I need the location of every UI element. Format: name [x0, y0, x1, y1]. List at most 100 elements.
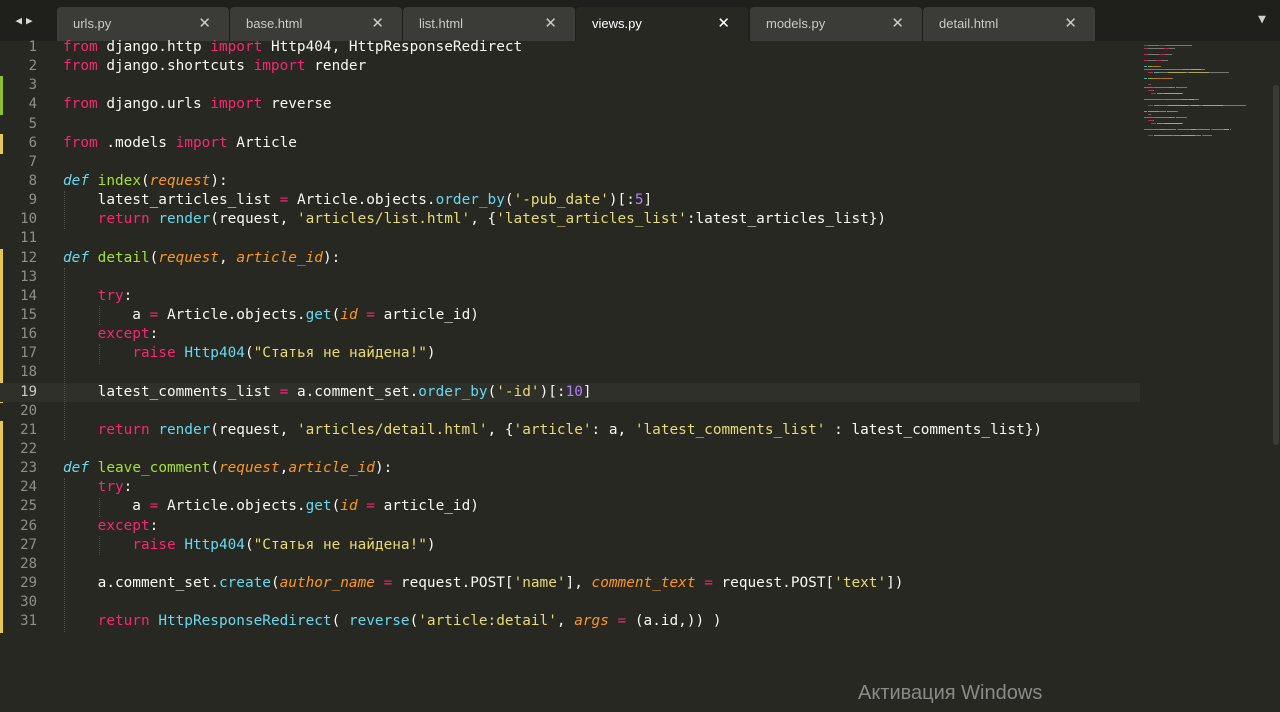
minimap-stroke — [1150, 114, 1152, 115]
minimap-stroke — [1181, 93, 1183, 94]
code-line[interactable]: 17 raise Http404("Статья не найдена!") — [0, 344, 1140, 363]
minimap[interactable] — [1140, 41, 1270, 141]
code-token: import — [175, 134, 228, 151]
close-icon[interactable]: ✕ — [198, 14, 211, 32]
tab-views-py[interactable]: views.py ✕ — [576, 7, 748, 41]
tab-detail-html[interactable]: detail.html ✕ — [923, 7, 1095, 41]
code-line[interactable]: 8 def index(request): — [0, 172, 1140, 191]
minimap-stroke — [1153, 117, 1170, 118]
code-line[interactable]: 3 — [0, 76, 1140, 95]
code-token: index — [97, 172, 141, 189]
code-line[interactable]: 20 — [0, 402, 1140, 421]
code-line[interactable]: 25 a = Article.objects.get(id = article_… — [0, 497, 1140, 516]
code-line[interactable]: 31 return HttpResponseRedirect( reverse(… — [0, 612, 1140, 631]
close-icon[interactable]: ✕ — [544, 14, 557, 32]
code-token: HttpResponseRedirect — [158, 613, 332, 630]
line-number: 30 — [20, 594, 37, 611]
minimap-stroke — [1147, 105, 1153, 106]
close-icon[interactable]: ✕ — [371, 14, 384, 32]
code-token: import — [253, 58, 306, 75]
code-token: create — [218, 574, 271, 591]
code-line[interactable]: 9 latest_articles_list = Article.objects… — [0, 191, 1140, 210]
code-line[interactable]: 7 — [0, 153, 1140, 172]
code-token: : — [123, 287, 133, 304]
line-number: 19 — [20, 383, 37, 400]
tab-models-py[interactable]: models.py ✕ — [750, 7, 922, 41]
code-token: )[: — [539, 383, 566, 400]
minimap-stroke — [1144, 66, 1147, 67]
code-line[interactable]: 27 raise Http404("Статья не найдена!") — [0, 536, 1140, 555]
close-icon[interactable]: ✕ — [891, 14, 904, 32]
code-token: article_id — [288, 460, 375, 477]
code-token: ): — [210, 172, 228, 189]
code-line[interactable]: 14 try: — [0, 287, 1140, 306]
line-number: 1 — [28, 39, 37, 55]
code-line[interactable]: 4 from django.urls import reverse — [0, 95, 1140, 114]
code-line[interactable]: 22 — [0, 440, 1140, 459]
code-token: = — [366, 498, 375, 515]
line-code: return render(request, 'articles/list.ht… — [63, 210, 886, 229]
minimap-stroke — [1147, 45, 1160, 46]
code-line[interactable]: 29 a.comment_set.create(author_name = re… — [0, 574, 1140, 593]
minimap-stroke — [1167, 111, 1177, 112]
vertical-scrollbar[interactable] — [1272, 41, 1280, 712]
code-line[interactable]: 16 except: — [0, 325, 1140, 344]
code-line[interactable]: 13 — [0, 268, 1140, 287]
tab-base-html[interactable]: base.html ✕ — [230, 7, 402, 41]
code-line[interactable]: 28 — [0, 555, 1140, 574]
tab-nav-arrows[interactable]: ◀ ▶ — [4, 0, 44, 41]
code-line[interactable]: 11 — [0, 229, 1140, 248]
code-line[interactable]: 6 from .models import Article — [0, 134, 1140, 153]
tab-urls-py[interactable]: urls.py ✕ — [57, 7, 229, 41]
code-token: args — [574, 613, 609, 630]
close-icon[interactable]: ✕ — [717, 14, 730, 32]
arrow-right-icon[interactable]: ▶ — [26, 14, 33, 27]
scrollbar-thumb[interactable] — [1273, 85, 1279, 445]
code-line[interactable]: 1 from django.http import Http404, HttpRe… — [0, 38, 1140, 57]
code-token: raise — [132, 345, 176, 362]
code-line[interactable]: 12 def detail(request, article_id): — [0, 249, 1140, 268]
chevron-down-icon[interactable]: ▼ — [1258, 12, 1266, 27]
code-token: , — [556, 613, 575, 630]
minimap-stroke — [1190, 69, 1201, 70]
code-token: 'name' — [513, 574, 566, 591]
minimap-stroke — [1180, 99, 1189, 100]
code-line[interactable]: 15 a = Article.objects.get(id = article_… — [0, 306, 1140, 325]
code-token: 'latest_comments_list' — [634, 421, 826, 438]
code-line[interactable]: 30 — [0, 593, 1140, 612]
code-editor[interactable]: 1 from django.http import Http404, HttpRe… — [0, 38, 1140, 632]
arrow-left-icon[interactable]: ◀ — [15, 14, 22, 27]
code-line[interactable]: 24 try: — [0, 478, 1140, 497]
code-line[interactable]: 19 latest_comments_list = a.comment_set.… — [0, 382, 1140, 402]
code-line[interactable]: 18 — [0, 363, 1140, 382]
line-number: 31 — [20, 613, 37, 630]
minimap-stroke — [1153, 120, 1154, 121]
code-token: def — [63, 249, 89, 266]
code-token: django.http — [97, 39, 211, 55]
code-token: ( — [331, 613, 349, 630]
line-code: def leave_comment(request,article_id): — [63, 459, 392, 478]
line-number: 21 — [20, 421, 37, 438]
code-line[interactable]: 2 from django.shortcuts import render — [0, 57, 1140, 76]
code-line[interactable]: 21 return render(request, 'articles/deta… — [0, 421, 1140, 440]
line-number: 7 — [28, 153, 37, 170]
code-line[interactable]: 10 return render(request, 'articles/list… — [0, 210, 1140, 229]
minimap-stroke — [1153, 90, 1154, 91]
minimap-stroke — [1164, 54, 1172, 55]
line-code: def detail(request, article_id): — [63, 249, 340, 268]
code-token: a.comment_set. — [63, 574, 219, 591]
code-line[interactable]: 5 — [0, 115, 1140, 134]
line-number: 25 — [20, 498, 37, 515]
code-line[interactable]: 23 def leave_comment(request,article_id): — [0, 459, 1140, 478]
line-number: 22 — [20, 440, 37, 457]
close-icon[interactable]: ✕ — [1064, 14, 1077, 32]
code-token: ( — [487, 383, 497, 400]
code-line[interactable]: 26 except: — [0, 517, 1140, 536]
tab-list-html[interactable]: list.html ✕ — [403, 7, 575, 41]
indent-guide — [99, 306, 100, 326]
